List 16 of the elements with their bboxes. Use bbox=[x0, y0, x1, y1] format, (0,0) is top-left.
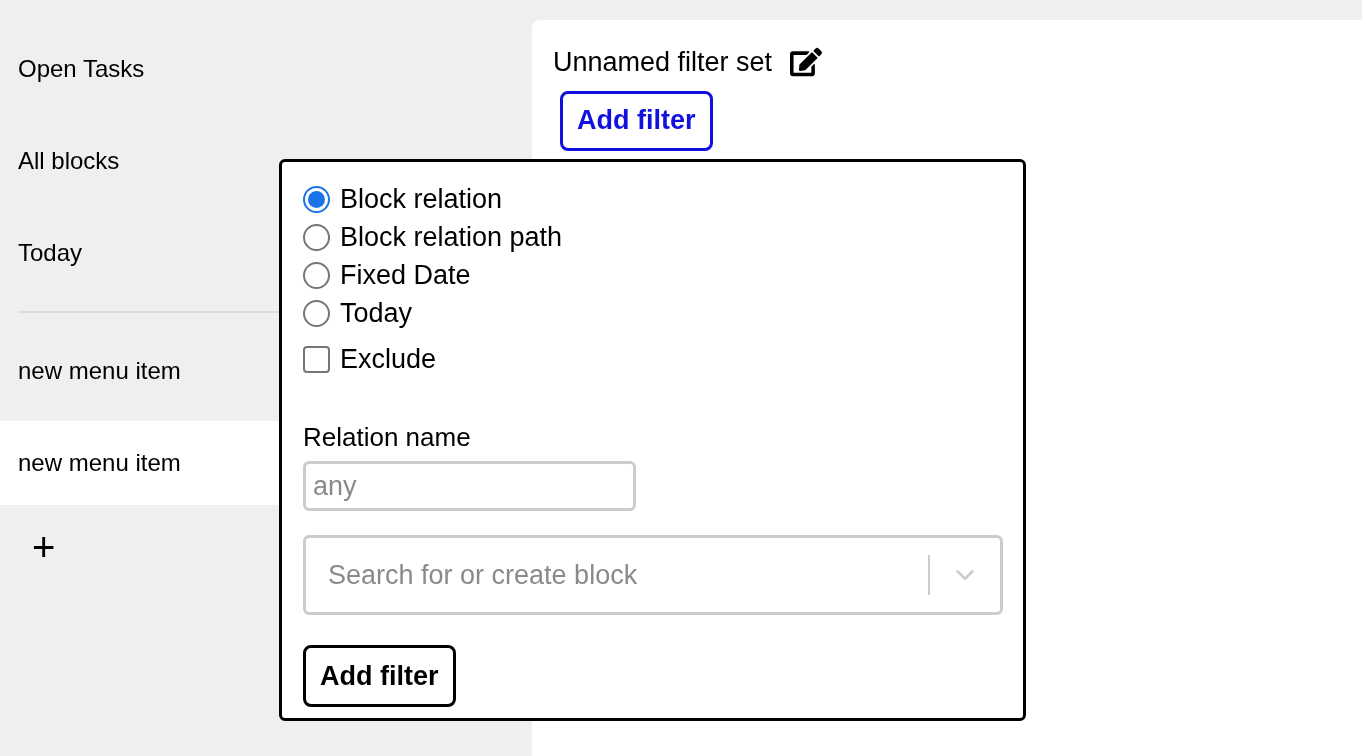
add-item-button[interactable]: + bbox=[30, 527, 58, 567]
checkbox[interactable] bbox=[303, 345, 330, 373]
radio-button[interactable] bbox=[303, 223, 330, 251]
radio-label: Today bbox=[340, 296, 413, 330]
filter-set-title: Unnamed filter set bbox=[553, 46, 773, 79]
radio-button[interactable] bbox=[303, 299, 330, 327]
radio-button[interactable] bbox=[303, 261, 330, 289]
submit-filter-button[interactable]: Add filter bbox=[303, 645, 456, 707]
field-label: Relation name bbox=[303, 421, 472, 454]
edit-icon[interactable] bbox=[790, 47, 823, 78]
radio-button[interactable] bbox=[303, 185, 330, 213]
select-placeholder: Search for or create block bbox=[327, 558, 639, 592]
radio-label: Fixed Date bbox=[340, 258, 471, 292]
relation-name-field[interactable]: any bbox=[303, 461, 636, 511]
checkbox-label: Exclude bbox=[340, 342, 437, 376]
add-filter-button[interactable]: Add filter bbox=[560, 90, 713, 151]
